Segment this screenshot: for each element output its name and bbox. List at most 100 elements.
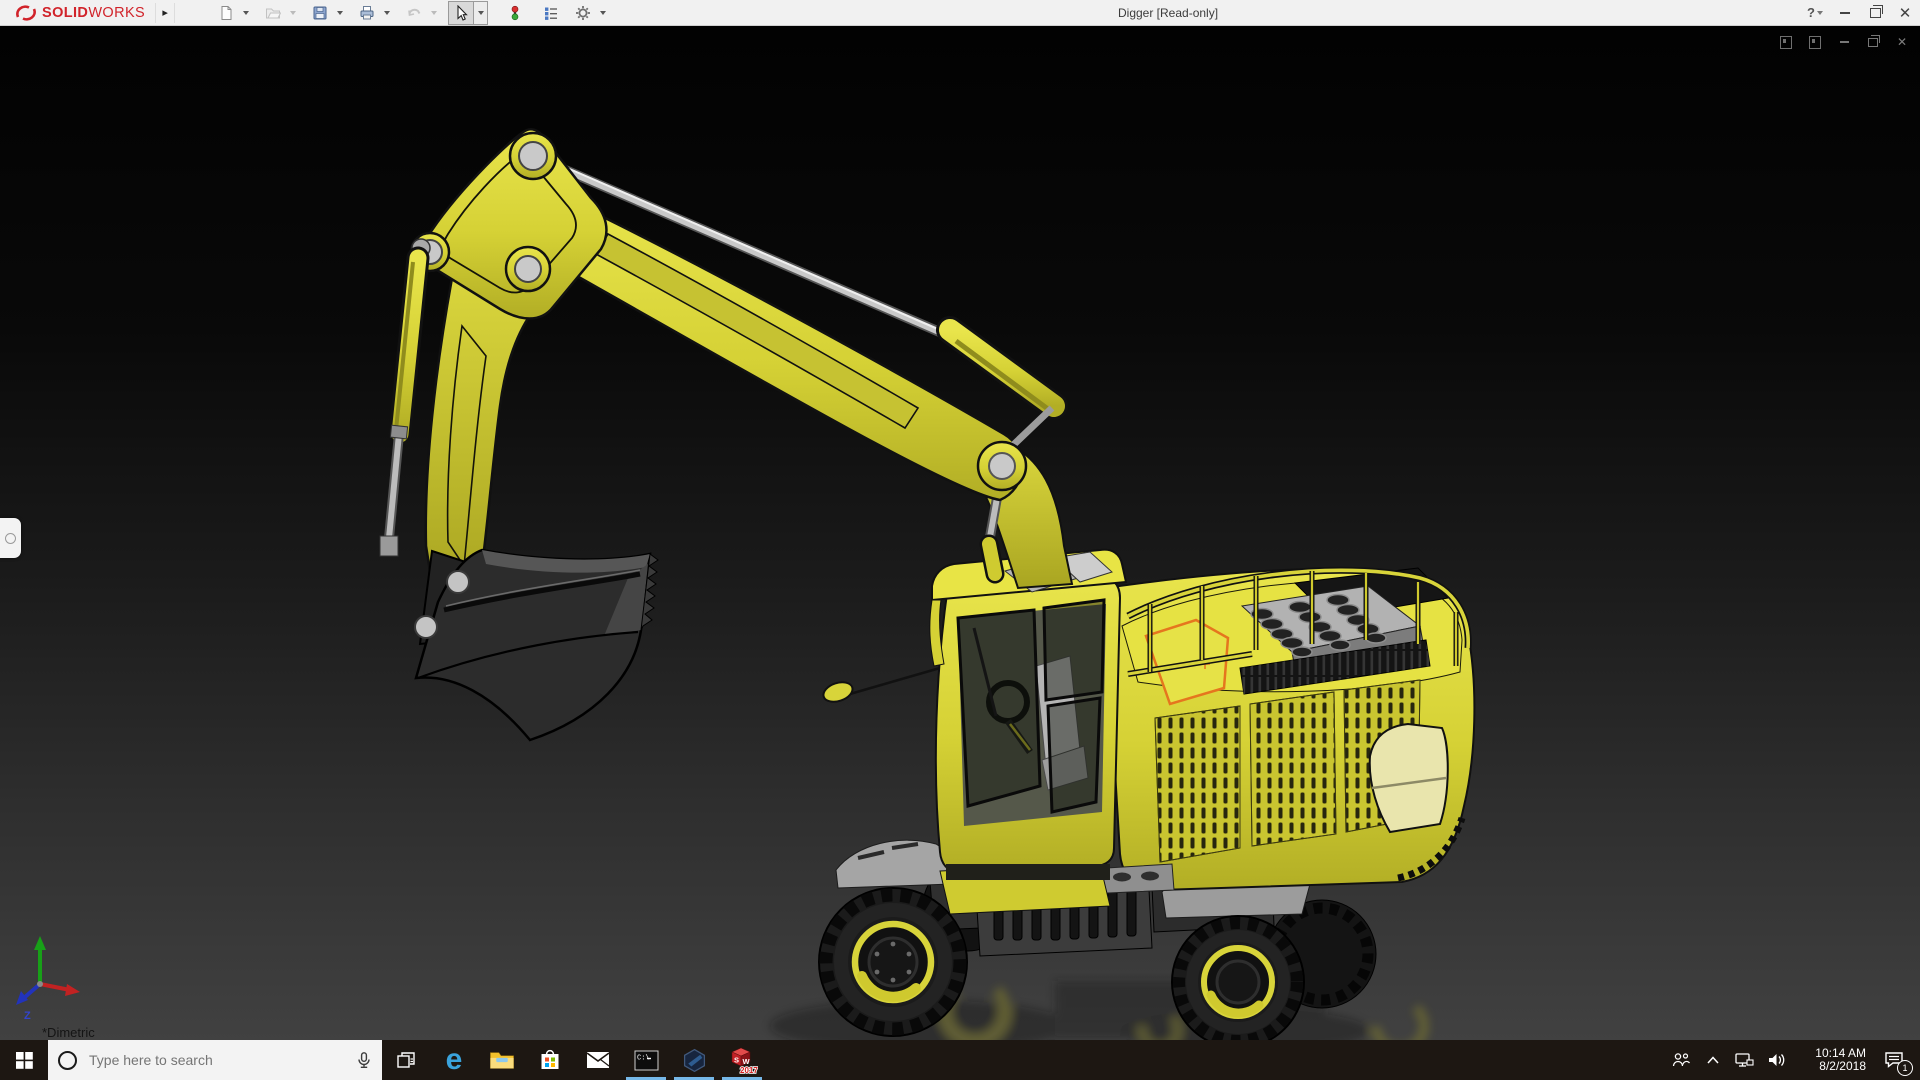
speaker-icon <box>1769 1054 1785 1066</box>
rebuild-button[interactable] <box>502 1 528 25</box>
document-icon <box>1780 35 1792 49</box>
rear-window[interactable] <box>1368 722 1449 834</box>
mail-icon <box>586 1052 610 1068</box>
document-icon <box>1809 35 1821 49</box>
close-button[interactable]: ✕ <box>1890 0 1920 25</box>
undo-icon <box>408 8 421 16</box>
rebuild-traffic-light-icon <box>511 5 519 20</box>
options-dropdown[interactable] <box>596 2 609 24</box>
bucket-cylinder[interactable] <box>379 238 431 557</box>
windows-logo-icon <box>15 1051 33 1069</box>
people-button[interactable] <box>1664 1040 1698 1080</box>
minimize-button[interactable] <box>1830 0 1860 25</box>
open-button[interactable] <box>260 1 286 25</box>
wing-mirror <box>822 681 854 703</box>
clock-date: 8/2/2018 <box>1819 1059 1866 1073</box>
wordmark-light: WORKS <box>88 4 146 21</box>
command-prompt-icon: C:\ <box>634 1050 658 1070</box>
caret-icon <box>242 10 249 15</box>
doc-restore-button[interactable] <box>1863 33 1883 51</box>
file-properties-icon <box>545 7 558 20</box>
clock-time: 10:14 AM <box>1815 1045 1866 1060</box>
new-document-button[interactable] <box>213 1 239 25</box>
taskbar-search[interactable] <box>48 1040 382 1080</box>
people-icon <box>1672 1053 1690 1067</box>
taskbar-app-edge[interactable]: e <box>430 1040 478 1080</box>
svg-text:W: W <box>743 1057 751 1066</box>
restore-icon <box>1869 4 1883 18</box>
triad-z-label: Z <box>24 1010 31 1022</box>
caret-icon <box>599 10 606 15</box>
select-button[interactable] <box>448 0 475 25</box>
gear-icon <box>576 5 591 20</box>
rear-left-wheel[interactable] <box>1171 915 1305 1040</box>
excavator-model[interactable]: Z *Dimetric <box>0 26 1920 1040</box>
graphics-viewport[interactable]: ✕ Z *Dimetric <box>0 26 1920 1040</box>
doc-window-icon-2[interactable] <box>1805 33 1825 51</box>
open-icon <box>266 8 282 18</box>
action-center-button[interactable]: 1 <box>1872 1040 1916 1080</box>
cab-base <box>946 864 1110 880</box>
print-dropdown[interactable] <box>380 2 393 24</box>
menu-flyout-arrow[interactable]: ▸ <box>155 2 176 23</box>
restore-icon <box>1868 34 1880 47</box>
cortana-icon <box>58 1050 77 1070</box>
caret-icon <box>336 10 343 15</box>
front-left-wheel[interactable] <box>818 887 968 1037</box>
volume-button[interactable] <box>1760 1040 1794 1080</box>
task-view-button[interactable] <box>382 1040 430 1080</box>
taskbar: e C:\ <box>0 1040 1920 1080</box>
new-document-dropdown[interactable] <box>239 2 252 24</box>
new-document-icon <box>221 5 232 20</box>
taskbar-app-solidworks[interactable]: S W 2017 <box>718 1040 766 1080</box>
sw-year-label: 2017 <box>740 1066 758 1075</box>
restore-button[interactable] <box>1860 0 1890 25</box>
orientation-triad[interactable]: Z <box>16 936 80 1022</box>
taskbar-app-store[interactable] <box>526 1040 574 1080</box>
taskbar-clock[interactable]: 10:14 AM 8/2/2018 <box>1800 1045 1866 1074</box>
solidworks-logo-icon <box>16 4 36 21</box>
cab[interactable] <box>821 548 1128 880</box>
options-button[interactable] <box>570 1 596 25</box>
search-input[interactable] <box>87 1051 356 1069</box>
notification-badge: 1 <box>1897 1060 1913 1076</box>
doc-minimize-button[interactable] <box>1834 33 1854 51</box>
undo-button[interactable] <box>401 1 427 25</box>
doc-window-icon-1[interactable] <box>1776 33 1796 51</box>
taskbar-app-file-explorer[interactable] <box>478 1040 526 1080</box>
help-button[interactable]: ? <box>1800 0 1830 25</box>
taskbar-app-command-prompt[interactable]: C:\ <box>622 1040 670 1080</box>
bucket[interactable] <box>414 548 659 742</box>
file-explorer-icon <box>490 1051 514 1069</box>
file-properties-button[interactable] <box>538 1 564 25</box>
help-label: ? <box>1807 5 1815 20</box>
save-dropdown[interactable] <box>333 2 346 24</box>
featuremanager-collapsed-tab[interactable] <box>0 518 21 558</box>
save-button[interactable] <box>307 1 333 25</box>
caret-icon <box>430 10 437 15</box>
caret-icon <box>383 10 390 15</box>
start-button[interactable] <box>0 1040 48 1080</box>
undo-dropdown[interactable] <box>427 2 440 24</box>
taskbar-app-mail[interactable] <box>574 1040 622 1080</box>
expand-dot-icon <box>5 532 16 544</box>
quick-access-toolbar <box>213 0 617 25</box>
microphone-icon[interactable] <box>356 1051 372 1069</box>
boom-assembly[interactable] <box>379 128 1074 598</box>
open-dropdown[interactable] <box>286 2 299 24</box>
doc-close-button[interactable]: ✕ <box>1892 33 1912 51</box>
minimize-icon <box>1839 41 1849 43</box>
wordmark-bold: SOLID <box>42 4 89 21</box>
caret-icon <box>477 10 484 15</box>
select-cursor-icon <box>457 4 468 21</box>
minimize-icon <box>1840 11 1850 14</box>
taskbar-app-hexagon[interactable] <box>670 1040 718 1080</box>
system-tray: 10:14 AM 8/2/2018 1 <box>1664 1040 1920 1080</box>
print-button[interactable] <box>354 1 380 25</box>
network-button[interactable] <box>1728 1040 1760 1080</box>
store-icon <box>541 1049 559 1069</box>
select-dropdown[interactable] <box>474 0 489 25</box>
solidworks-logo: SOLIDWORKS <box>0 0 145 25</box>
show-hidden-icons-button[interactable] <box>1698 1040 1728 1080</box>
caret-icon <box>1816 10 1823 15</box>
